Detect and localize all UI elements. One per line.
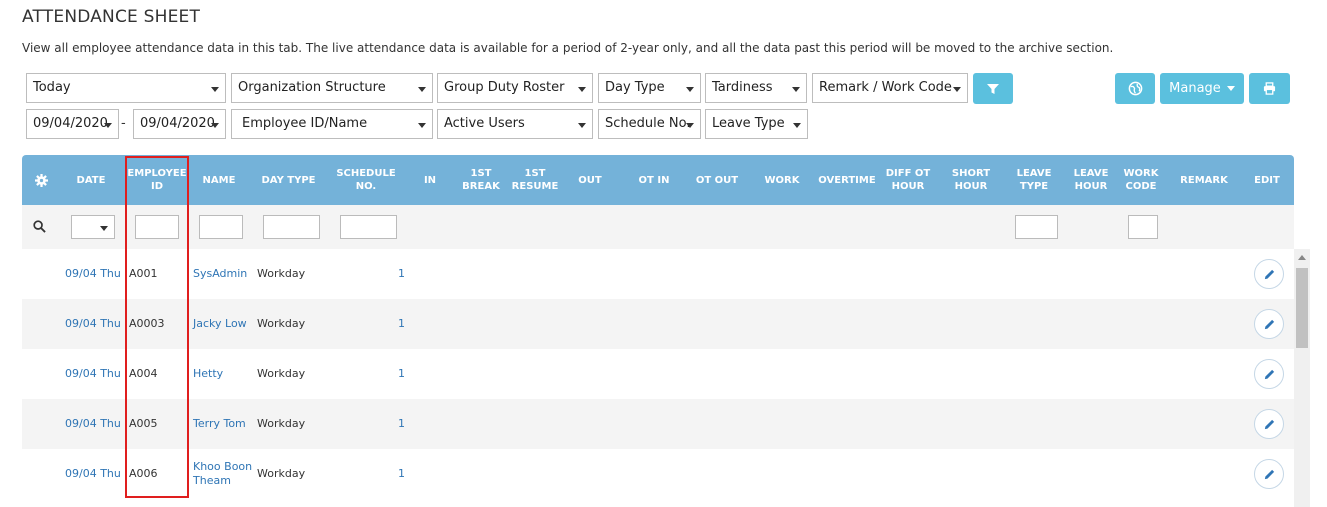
employee-id-name-select[interactable]: Employee ID/Name <box>231 109 433 139</box>
schedule-no-cell[interactable]: 1 <box>398 299 405 349</box>
column-header-date[interactable]: DATE <box>66 155 116 205</box>
page-description: View all employee attendance data in thi… <box>22 41 1114 55</box>
attendance-grid: DATE EMPLOYEE ID NAME DAY TYPE SCHEDULE … <box>22 155 1294 507</box>
name-cell[interactable]: SysAdmin <box>193 249 253 299</box>
organization-structure-select[interactable]: Organization Structure <box>231 73 433 103</box>
grid-header: DATE EMPLOYEE ID NAME DAY TYPE SCHEDULE … <box>22 155 1294 205</box>
day-type-filter-input[interactable] <box>263 215 320 239</box>
column-header-work[interactable]: WORK <box>759 155 805 205</box>
column-header-leave-type[interactable]: LEAVE TYPE <box>1011 155 1057 205</box>
filter-button[interactable] <box>973 73 1013 104</box>
column-header-work-code[interactable]: WORK CODE <box>1122 155 1160 205</box>
filter-icon <box>987 83 999 94</box>
pencil-icon <box>1264 269 1274 279</box>
schedule-no-cell[interactable]: 1 <box>398 399 405 449</box>
gear-icon <box>34 173 48 187</box>
print-button[interactable] <box>1249 73 1290 104</box>
date-to-input[interactable]: 09/04/2020 <box>133 109 226 139</box>
pencil-icon <box>1264 419 1274 429</box>
filter-row <box>22 205 1294 249</box>
day-type-cell: Workday <box>257 317 306 330</box>
globe-icon <box>1128 81 1142 96</box>
employee-id-column-highlight <box>125 156 189 498</box>
name-cell[interactable]: Khoo Boon Theam <box>193 449 253 499</box>
date-cell[interactable]: 09/04 Thu <box>65 449 121 499</box>
date-filter-select[interactable] <box>71 215 115 239</box>
pencil-icon <box>1264 369 1274 379</box>
schedule-no-cell[interactable]: 1 <box>398 349 405 399</box>
schedule-no-cell[interactable]: 1 <box>398 449 405 499</box>
schedule-no-cell[interactable]: 1 <box>398 249 405 299</box>
remark-work-code-select[interactable]: Remark / Work Code <box>812 73 968 103</box>
active-users-select[interactable]: Active Users <box>437 109 593 139</box>
column-header-short-hour[interactable]: SHORT HOUR <box>946 155 996 205</box>
manage-button-label: Manage <box>1169 81 1221 96</box>
edit-button[interactable] <box>1254 259 1284 289</box>
edit-button[interactable] <box>1254 459 1284 489</box>
table-row[interactable]: 09/04 Thu A001 SysAdmin Workday 1 <box>22 249 1294 299</box>
name-cell[interactable]: Jacky Low <box>193 299 253 349</box>
period-select[interactable]: Today <box>26 73 226 103</box>
day-type-select[interactable]: Day Type <box>598 73 701 103</box>
pencil-icon <box>1264 469 1274 479</box>
column-header-day-type[interactable]: DAY TYPE <box>258 155 319 205</box>
column-header-edit: EDIT <box>1254 174 1280 186</box>
column-header-ot-in[interactable]: OT IN <box>632 155 676 205</box>
edit-button[interactable] <box>1254 309 1284 339</box>
column-header-out[interactable]: OUT <box>570 155 610 205</box>
date-cell[interactable]: 09/04 Thu <box>65 249 121 299</box>
print-icon <box>1263 82 1276 95</box>
day-type-cell: Workday <box>257 417 306 430</box>
column-header-overtime[interactable]: OVERTIME <box>814 155 880 205</box>
date-cell[interactable]: 09/04 Thu <box>65 299 121 349</box>
scroll-up-arrow-icon[interactable] <box>1298 255 1306 260</box>
column-header-diff-ot-hour[interactable]: DIFF OT HOUR <box>882 155 934 205</box>
schedule-no-select[interactable]: Schedule No. <box>598 109 701 139</box>
name-filter-input[interactable] <box>199 215 243 239</box>
date-from-input[interactable]: 09/04/2020 <box>26 109 119 139</box>
date-separator: - <box>121 116 126 131</box>
edit-button[interactable] <box>1254 359 1284 389</box>
vertical-scrollbar[interactable] <box>1294 249 1310 507</box>
column-header-leave-hour[interactable]: LEAVE HOUR <box>1068 155 1114 205</box>
globe-button[interactable] <box>1115 73 1155 104</box>
day-type-cell: Workday <box>257 367 306 380</box>
column-header-in[interactable]: IN <box>415 155 445 205</box>
edit-button[interactable] <box>1254 409 1284 439</box>
group-duty-roster-select[interactable]: Group Duty Roster <box>437 73 593 103</box>
name-cell[interactable]: Terry Tom <box>193 399 253 449</box>
tardiness-select[interactable]: Tardiness <box>705 73 807 103</box>
table-row[interactable]: 09/04 Thu A004 Hetty Workday 1 <box>22 349 1294 399</box>
column-header-ot-out[interactable]: OT OUT <box>692 155 742 205</box>
caret-down-icon <box>1226 86 1235 91</box>
scrollbar-thumb[interactable] <box>1296 268 1308 348</box>
grid-settings-button[interactable] <box>22 155 60 205</box>
schedule-no-filter-input[interactable] <box>340 215 397 239</box>
column-header-remark[interactable]: REMARK <box>1174 155 1234 205</box>
table-row[interactable]: 09/04 Thu A005 Terry Tom Workday 1 <box>22 399 1294 449</box>
column-header-schedule-no[interactable]: SCHEDULE NO. <box>329 155 403 205</box>
leave-type-filter-input[interactable] <box>1015 215 1058 239</box>
day-type-cell: Workday <box>257 267 306 280</box>
date-cell[interactable]: 09/04 Thu <box>65 399 121 449</box>
work-code-filter-input[interactable] <box>1128 215 1158 239</box>
table-row[interactable]: 09/04 Thu A006 Khoo Boon Theam Workday 1 <box>22 449 1294 499</box>
search-icon <box>33 220 46 233</box>
column-header-1st-break[interactable]: 1ST BREAK <box>456 155 506 205</box>
table-row[interactable]: 09/04 Thu A0003 Jacky Low Workday 1 <box>22 299 1294 349</box>
leave-type-select[interactable]: Leave Type <box>705 109 808 139</box>
day-type-cell: Workday <box>257 467 306 480</box>
column-header-name[interactable]: NAME <box>194 155 244 205</box>
manage-button[interactable]: Manage <box>1160 73 1244 104</box>
page-title: ATTENDANCE SHEET <box>22 7 201 27</box>
column-header-1st-resume[interactable]: 1ST RESUME <box>509 155 561 205</box>
pencil-icon <box>1264 319 1274 329</box>
name-cell[interactable]: Hetty <box>193 349 253 399</box>
date-cell[interactable]: 09/04 Thu <box>65 349 121 399</box>
